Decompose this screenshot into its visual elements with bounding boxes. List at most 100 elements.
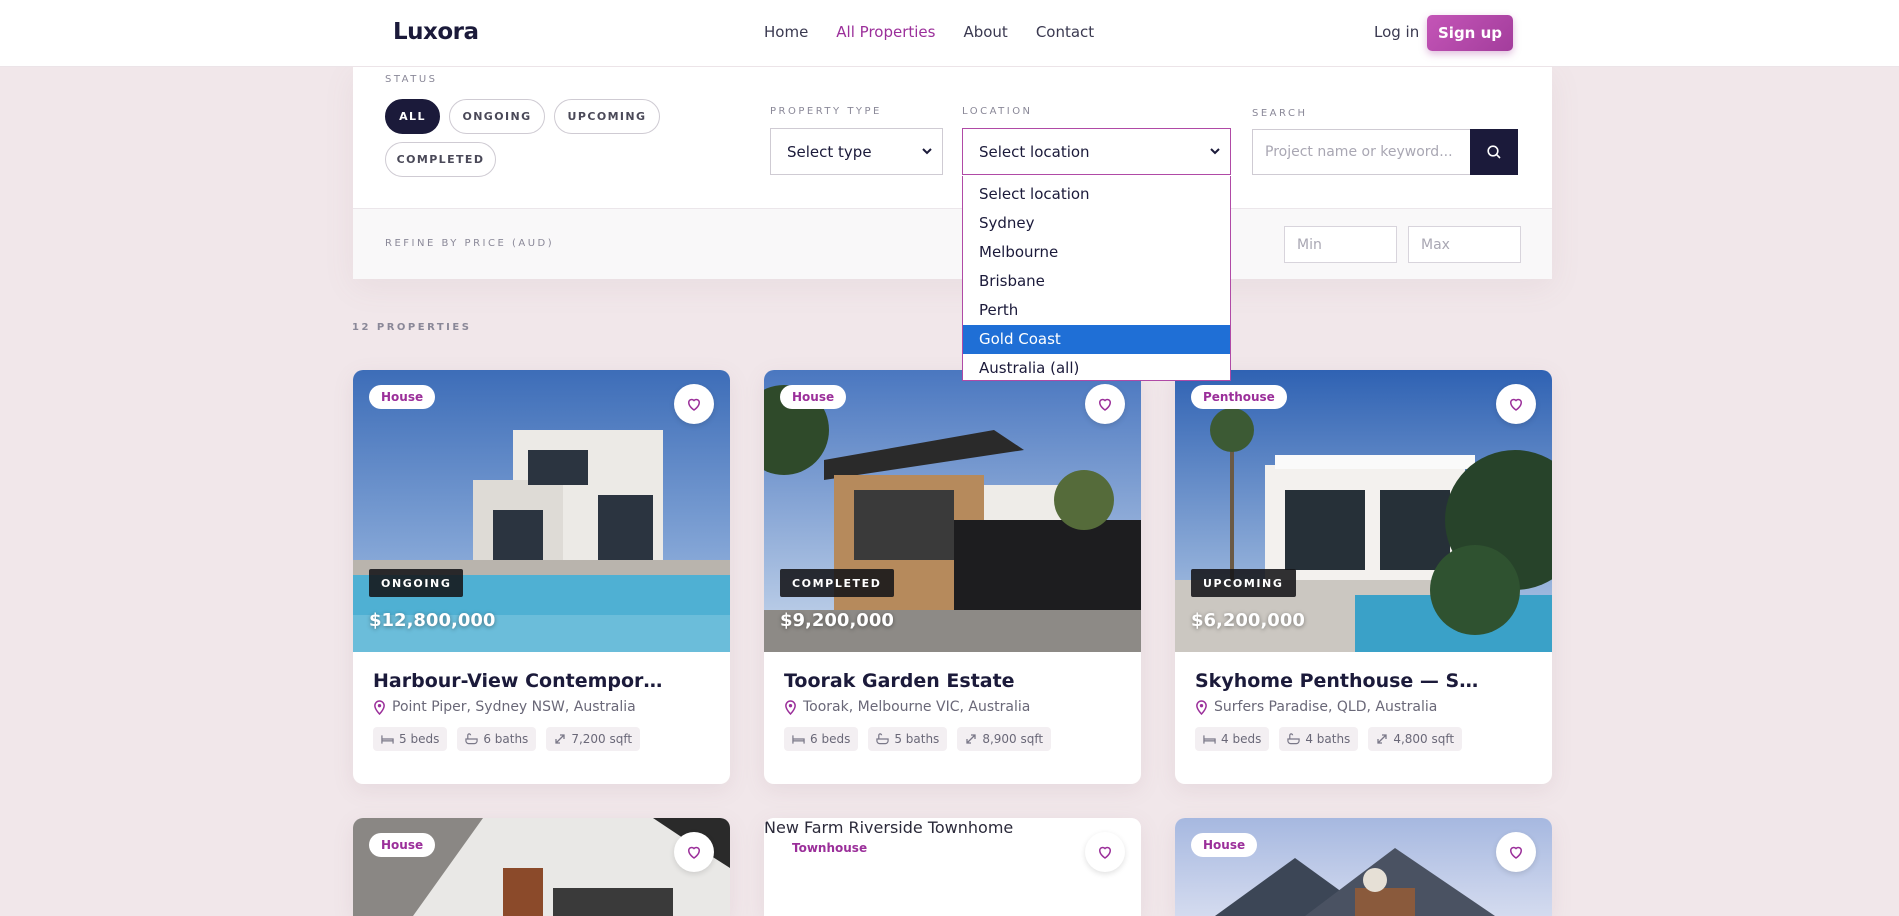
property-image: House bbox=[353, 818, 730, 916]
property-address: Toorak, Melbourne VIC, Australia bbox=[784, 699, 1121, 715]
bed-icon bbox=[381, 734, 394, 744]
price-min-input[interactable]: Min bbox=[1284, 226, 1397, 263]
chevron-down-icon bbox=[1210, 148, 1220, 155]
baths-text: 6 baths bbox=[483, 732, 529, 746]
property-type-badge: House bbox=[780, 385, 847, 409]
location-option[interactable]: Melbourne bbox=[963, 238, 1230, 267]
location-option[interactable]: Sydney bbox=[963, 209, 1230, 238]
beds-text: 5 beds bbox=[399, 732, 440, 746]
property-title[interactable]: Harbour-View Contemporary... bbox=[373, 670, 663, 692]
beds-tag: 5 beds bbox=[373, 727, 448, 751]
baths-text: 5 baths bbox=[894, 732, 940, 746]
property-type-value: Select type bbox=[787, 142, 872, 161]
location-label: LOCATION bbox=[962, 106, 1033, 117]
baths-tag: 6 baths bbox=[457, 727, 537, 751]
property-type-select[interactable]: Select type bbox=[770, 128, 943, 175]
signup-button[interactable]: Sign up bbox=[1427, 15, 1513, 51]
property-type-label: PROPERTY TYPE bbox=[770, 106, 882, 117]
beds-tag: 6 beds bbox=[784, 727, 859, 751]
search-button[interactable] bbox=[1470, 129, 1518, 175]
heart-icon bbox=[1098, 398, 1112, 411]
chevron-down-icon bbox=[922, 148, 932, 155]
area-text: 4,800 sqft bbox=[1393, 732, 1455, 746]
broken-image-alt: New Farm Riverside Townhome bbox=[764, 818, 1014, 837]
beds-text: 4 beds bbox=[1221, 732, 1262, 746]
property-title[interactable]: Skyhome Penthouse — Surfers... bbox=[1195, 670, 1485, 692]
price-label: REFINE BY PRICE (AUD) bbox=[385, 238, 555, 249]
baths-tag: 5 baths bbox=[868, 727, 948, 751]
address-text: Surfers Paradise, QLD, Australia bbox=[1214, 699, 1438, 715]
property-card[interactable]: House ONGOING $12,800,000 Harbour-View C… bbox=[353, 370, 730, 784]
property-type-badge: House bbox=[369, 385, 436, 409]
heart-icon bbox=[687, 398, 701, 411]
favorite-button[interactable] bbox=[1496, 384, 1536, 424]
favorite-button[interactable] bbox=[674, 832, 714, 872]
nav-about[interactable]: About bbox=[963, 23, 1007, 41]
status-chip-completed[interactable]: COMPLETED bbox=[385, 142, 496, 177]
property-title[interactable]: Toorak Garden Estate bbox=[784, 670, 1074, 692]
location-pin-icon bbox=[1196, 699, 1207, 715]
beds-text: 6 beds bbox=[810, 732, 851, 746]
brand-logo[interactable]: Luxora bbox=[393, 19, 479, 45]
property-price: $9,200,000 bbox=[780, 610, 894, 631]
nav-home[interactable]: Home bbox=[764, 23, 808, 41]
location-select[interactable]: Select location bbox=[962, 128, 1231, 175]
project-status-badge: COMPLETED bbox=[780, 569, 894, 597]
login-link[interactable]: Log in bbox=[1374, 23, 1419, 41]
bath-icon bbox=[465, 733, 479, 745]
price-max-input[interactable]: Max bbox=[1408, 226, 1521, 263]
location-option-highlighted[interactable]: Gold Coast bbox=[963, 325, 1230, 354]
status-chip-all[interactable]: ALL bbox=[385, 99, 440, 134]
heart-icon bbox=[1509, 846, 1523, 859]
address-text: Toorak, Melbourne VIC, Australia bbox=[803, 699, 1031, 715]
status-chip-upcoming[interactable]: UPCOMING bbox=[554, 99, 660, 134]
property-image: House ONGOING $12,800,000 bbox=[353, 370, 730, 652]
site-header: Luxora Home All Properties About Contact… bbox=[0, 0, 1899, 67]
location-option[interactable]: Perth bbox=[963, 296, 1230, 325]
heart-icon bbox=[687, 846, 701, 859]
project-status-badge: UPCOMING bbox=[1191, 569, 1296, 597]
property-address: Surfers Paradise, QLD, Australia bbox=[1195, 699, 1532, 715]
property-image: House COMPLETED $9,200,000 bbox=[764, 370, 1141, 652]
property-price: $6,200,000 bbox=[1191, 610, 1305, 631]
property-card[interactable]: Penthouse UPCOMING $6,200,000 Skyhome Pe… bbox=[1175, 370, 1552, 784]
property-card[interactable]: New Farm Riverside Townhome Townhouse bbox=[764, 818, 1141, 916]
baths-tag: 4 baths bbox=[1279, 727, 1359, 751]
location-pin-icon bbox=[374, 699, 385, 715]
property-image: New Farm Riverside Townhome Townhouse bbox=[764, 818, 1141, 916]
property-type-badge: Penthouse bbox=[1191, 385, 1287, 409]
property-card[interactable]: House bbox=[353, 818, 730, 916]
location-value: Select location bbox=[979, 142, 1090, 161]
nav-all-properties[interactable]: All Properties bbox=[836, 23, 935, 41]
search-input[interactable]: Project name or keyword... bbox=[1252, 129, 1470, 175]
property-address: Point Piper, Sydney NSW, Australia bbox=[373, 699, 710, 715]
nav-contact[interactable]: Contact bbox=[1036, 23, 1094, 41]
search-label: SEARCH bbox=[1252, 108, 1308, 119]
expand-icon bbox=[1377, 734, 1387, 744]
location-option[interactable]: Australia (all) bbox=[963, 354, 1230, 383]
price-filter-row: REFINE BY PRICE (AUD) Min Max bbox=[353, 208, 1552, 279]
property-price: $12,800,000 bbox=[369, 610, 496, 631]
results-count: 12 PROPERTIES bbox=[352, 322, 472, 333]
heart-icon bbox=[1098, 846, 1112, 859]
property-card[interactable]: House bbox=[1175, 818, 1552, 916]
area-text: 8,900 sqft bbox=[982, 732, 1044, 746]
project-status-badge: ONGOING bbox=[369, 569, 464, 597]
favorite-button[interactable] bbox=[1085, 384, 1125, 424]
area-text: 7,200 sqft bbox=[571, 732, 633, 746]
beds-tag: 4 beds bbox=[1195, 727, 1270, 751]
bed-icon bbox=[1203, 734, 1216, 744]
property-type-badge: House bbox=[1191, 833, 1258, 857]
property-type-badge: House bbox=[369, 833, 436, 857]
location-option[interactable]: Brisbane bbox=[963, 267, 1230, 296]
bath-icon bbox=[1287, 733, 1301, 745]
favorite-button[interactable] bbox=[674, 384, 714, 424]
baths-text: 4 baths bbox=[1305, 732, 1351, 746]
favorite-button[interactable] bbox=[1496, 832, 1536, 872]
favorite-button[interactable] bbox=[1085, 832, 1125, 872]
property-card[interactable]: House COMPLETED $9,200,000 Toorak Garden… bbox=[764, 370, 1141, 784]
area-tag: 4,800 sqft bbox=[1368, 727, 1463, 751]
location-option[interactable]: Select location bbox=[963, 180, 1230, 209]
status-label: STATUS bbox=[385, 74, 438, 85]
status-chip-ongoing[interactable]: ONGOING bbox=[449, 99, 545, 134]
